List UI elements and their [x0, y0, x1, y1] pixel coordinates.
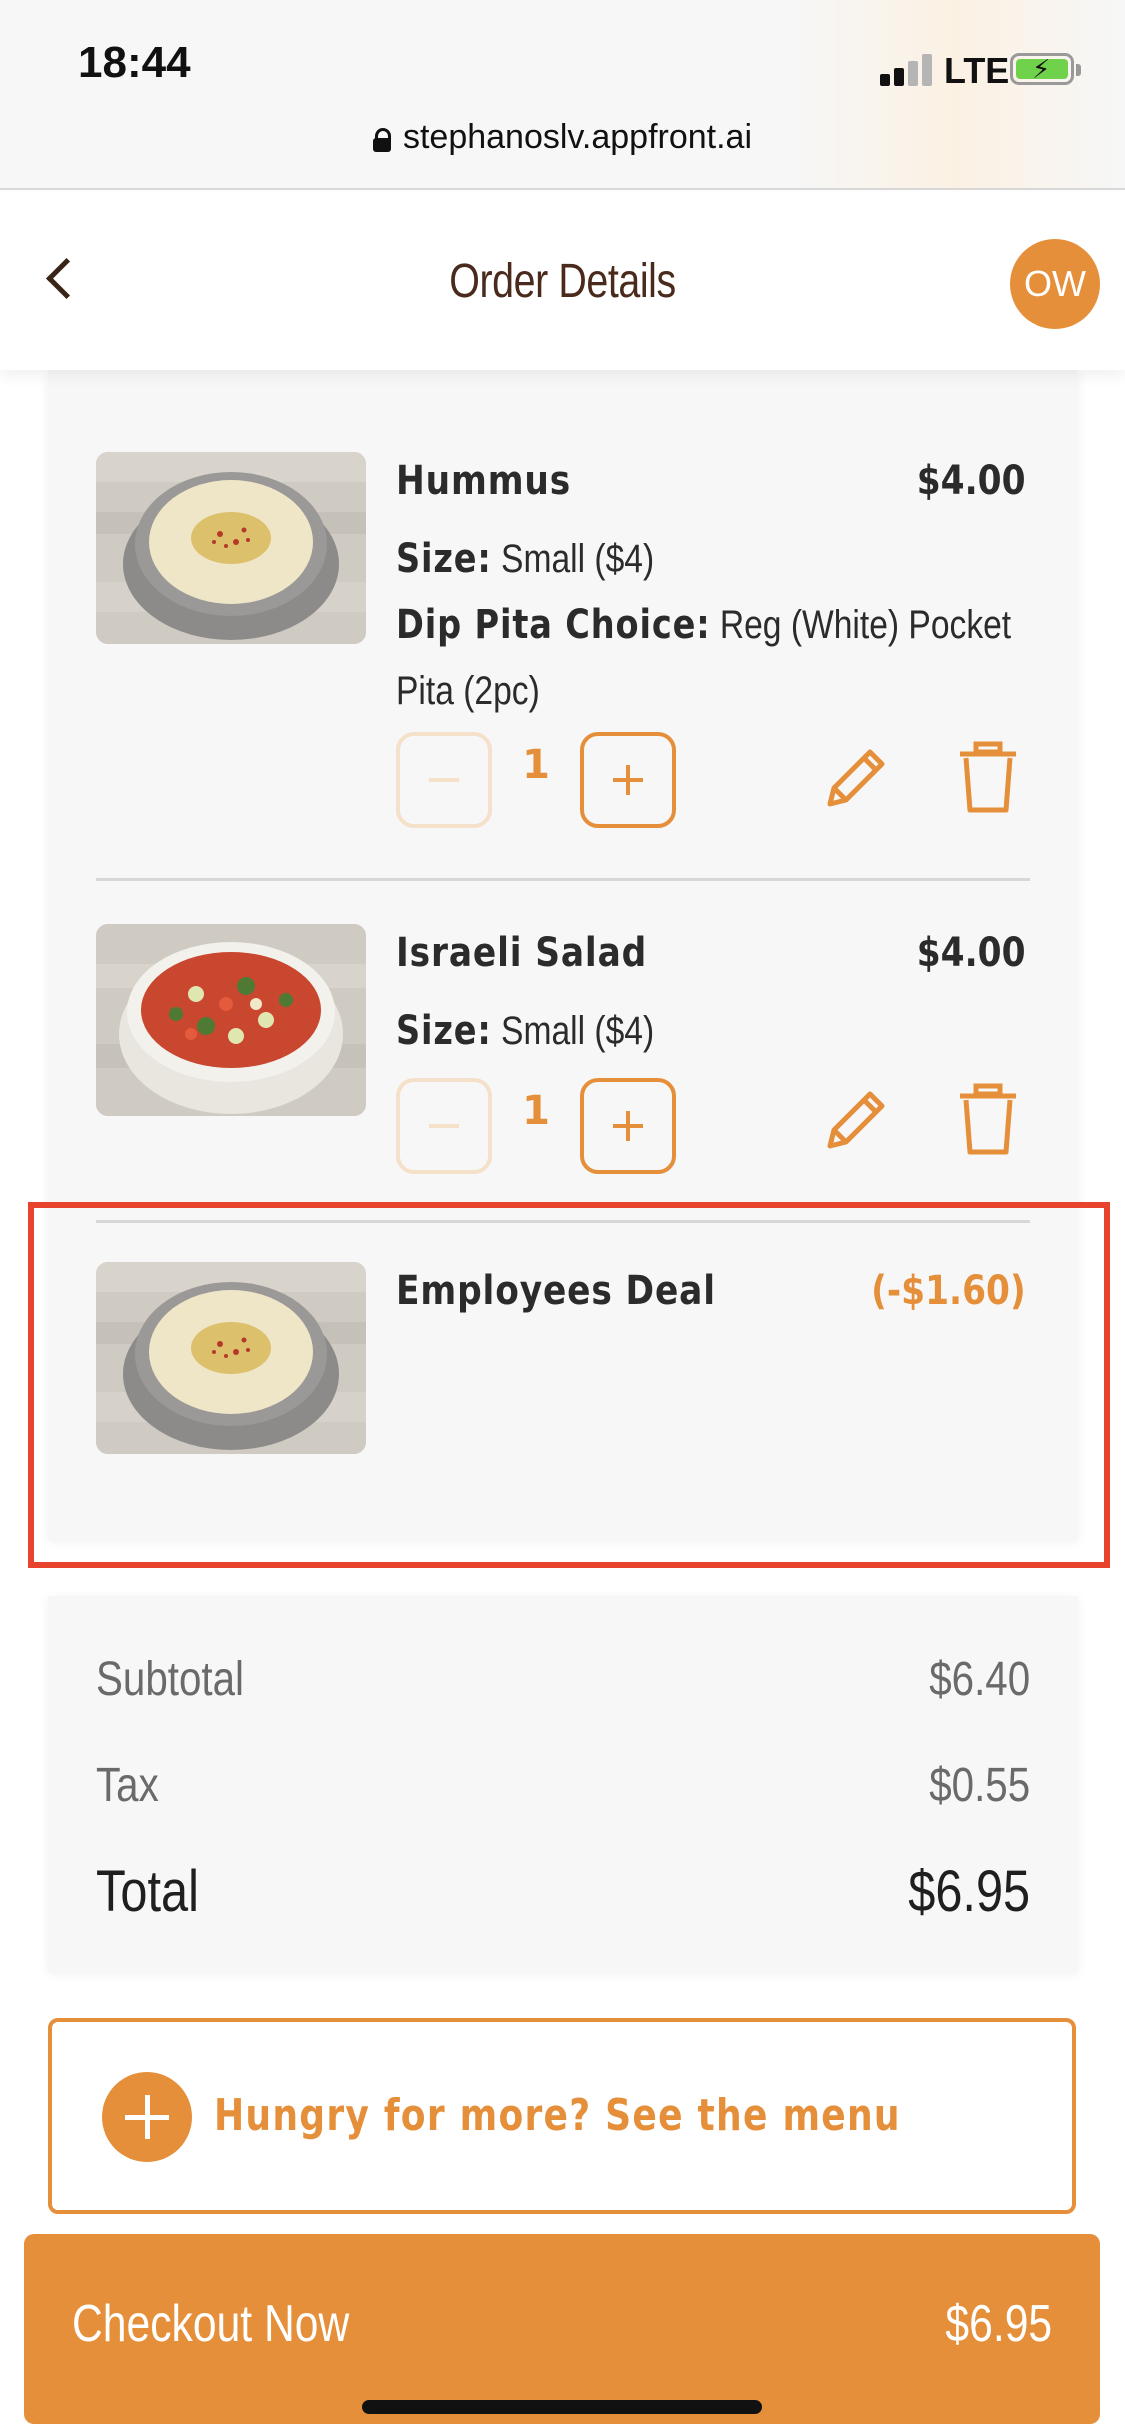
item-price: $4.00: [917, 930, 1026, 976]
decrease-quantity-button[interactable]: [396, 732, 492, 828]
option-value: Small ($4): [501, 537, 655, 581]
avatar[interactable]: OW: [1010, 239, 1100, 329]
subtotal-label: Subtotal: [96, 1653, 244, 1706]
total-value: $6.95: [908, 1859, 1030, 1924]
cellular-signal-icon: [880, 52, 936, 86]
checkout-price: $6.95: [945, 2295, 1052, 2353]
order-details-page: Hummus $4.00 Size: Small ($4) Dip Pita C…: [0, 370, 1125, 2436]
tax-value: $0.55: [929, 1759, 1030, 1812]
browser-status-bar: 18:44 LTE ⚡ stephanoslv.appfront.ai: [0, 0, 1125, 190]
item-price: $4.00: [917, 458, 1026, 504]
order-totals-card: Subtotal $6.40 Tax $0.55 Total $6.95: [48, 1596, 1078, 1972]
item-name: Hummus: [396, 458, 572, 504]
trash-icon[interactable]: [948, 736, 1028, 816]
option-label: Size:: [396, 536, 492, 582]
decrease-quantity-button[interactable]: [396, 1078, 492, 1174]
total-label: Total: [96, 1859, 199, 1924]
lock-icon: [372, 128, 391, 152]
israeli-salad-image: [96, 924, 366, 1116]
increase-quantity-button[interactable]: [580, 732, 676, 828]
tax-label: Tax: [96, 1759, 159, 1812]
subtotal-value: $6.40: [929, 1653, 1030, 1706]
item-option-size: Size: Small ($4): [396, 526, 1034, 592]
url-text: stephanoslv.appfront.ai: [402, 118, 753, 156]
pencil-icon[interactable]: [816, 738, 896, 818]
chevron-left-icon[interactable]: [40, 252, 80, 312]
page-title: Order Details: [449, 255, 676, 308]
quantity-value: 1: [522, 1088, 550, 1134]
highlight-box: [28, 1202, 1110, 1568]
checkout-button[interactable]: Checkout Now $6.95: [24, 2234, 1100, 2424]
cart-item: Israeli Salad $4.00 Size: Small ($4) 1: [96, 924, 1026, 1184]
item-name: Israeli Salad: [396, 930, 648, 976]
item-option-pita: Dip Pita Choice: Reg (White) Pocket Pita…: [396, 592, 1034, 724]
option-label: Dip Pita Choice:: [396, 602, 711, 648]
quantity-stepper: 1: [396, 732, 696, 828]
network-type: LTE: [944, 50, 1010, 91]
hummus-image: [96, 452, 366, 644]
trash-icon[interactable]: [948, 1078, 1028, 1158]
cart-item: Hummus $4.00 Size: Small ($4) Dip Pita C…: [96, 452, 1026, 832]
see-menu-button[interactable]: Hungry for more? See the menu: [48, 2018, 1076, 2214]
checkout-label: Checkout Now: [72, 2295, 350, 2353]
divider: [96, 878, 1030, 881]
clock: 18:44: [78, 38, 191, 87]
quantity-stepper: 1: [396, 1078, 696, 1174]
item-option-size: Size: Small ($4): [396, 998, 1034, 1064]
option-value: Small ($4): [501, 1009, 655, 1053]
see-menu-label: Hungry for more? See the menu: [214, 2090, 901, 2141]
quantity-value: 1: [522, 742, 550, 788]
pencil-icon[interactable]: [816, 1080, 896, 1160]
option-label: Size:: [396, 1008, 492, 1054]
increase-quantity-button[interactable]: [580, 1078, 676, 1174]
battery-charging-icon: ⚡: [1010, 53, 1081, 85]
home-indicator: [362, 2400, 762, 2414]
plus-icon: [102, 2072, 192, 2162]
address-bar[interactable]: stephanoslv.appfront.ai: [0, 118, 1125, 157]
app-header: Order Details OW: [0, 192, 1125, 370]
